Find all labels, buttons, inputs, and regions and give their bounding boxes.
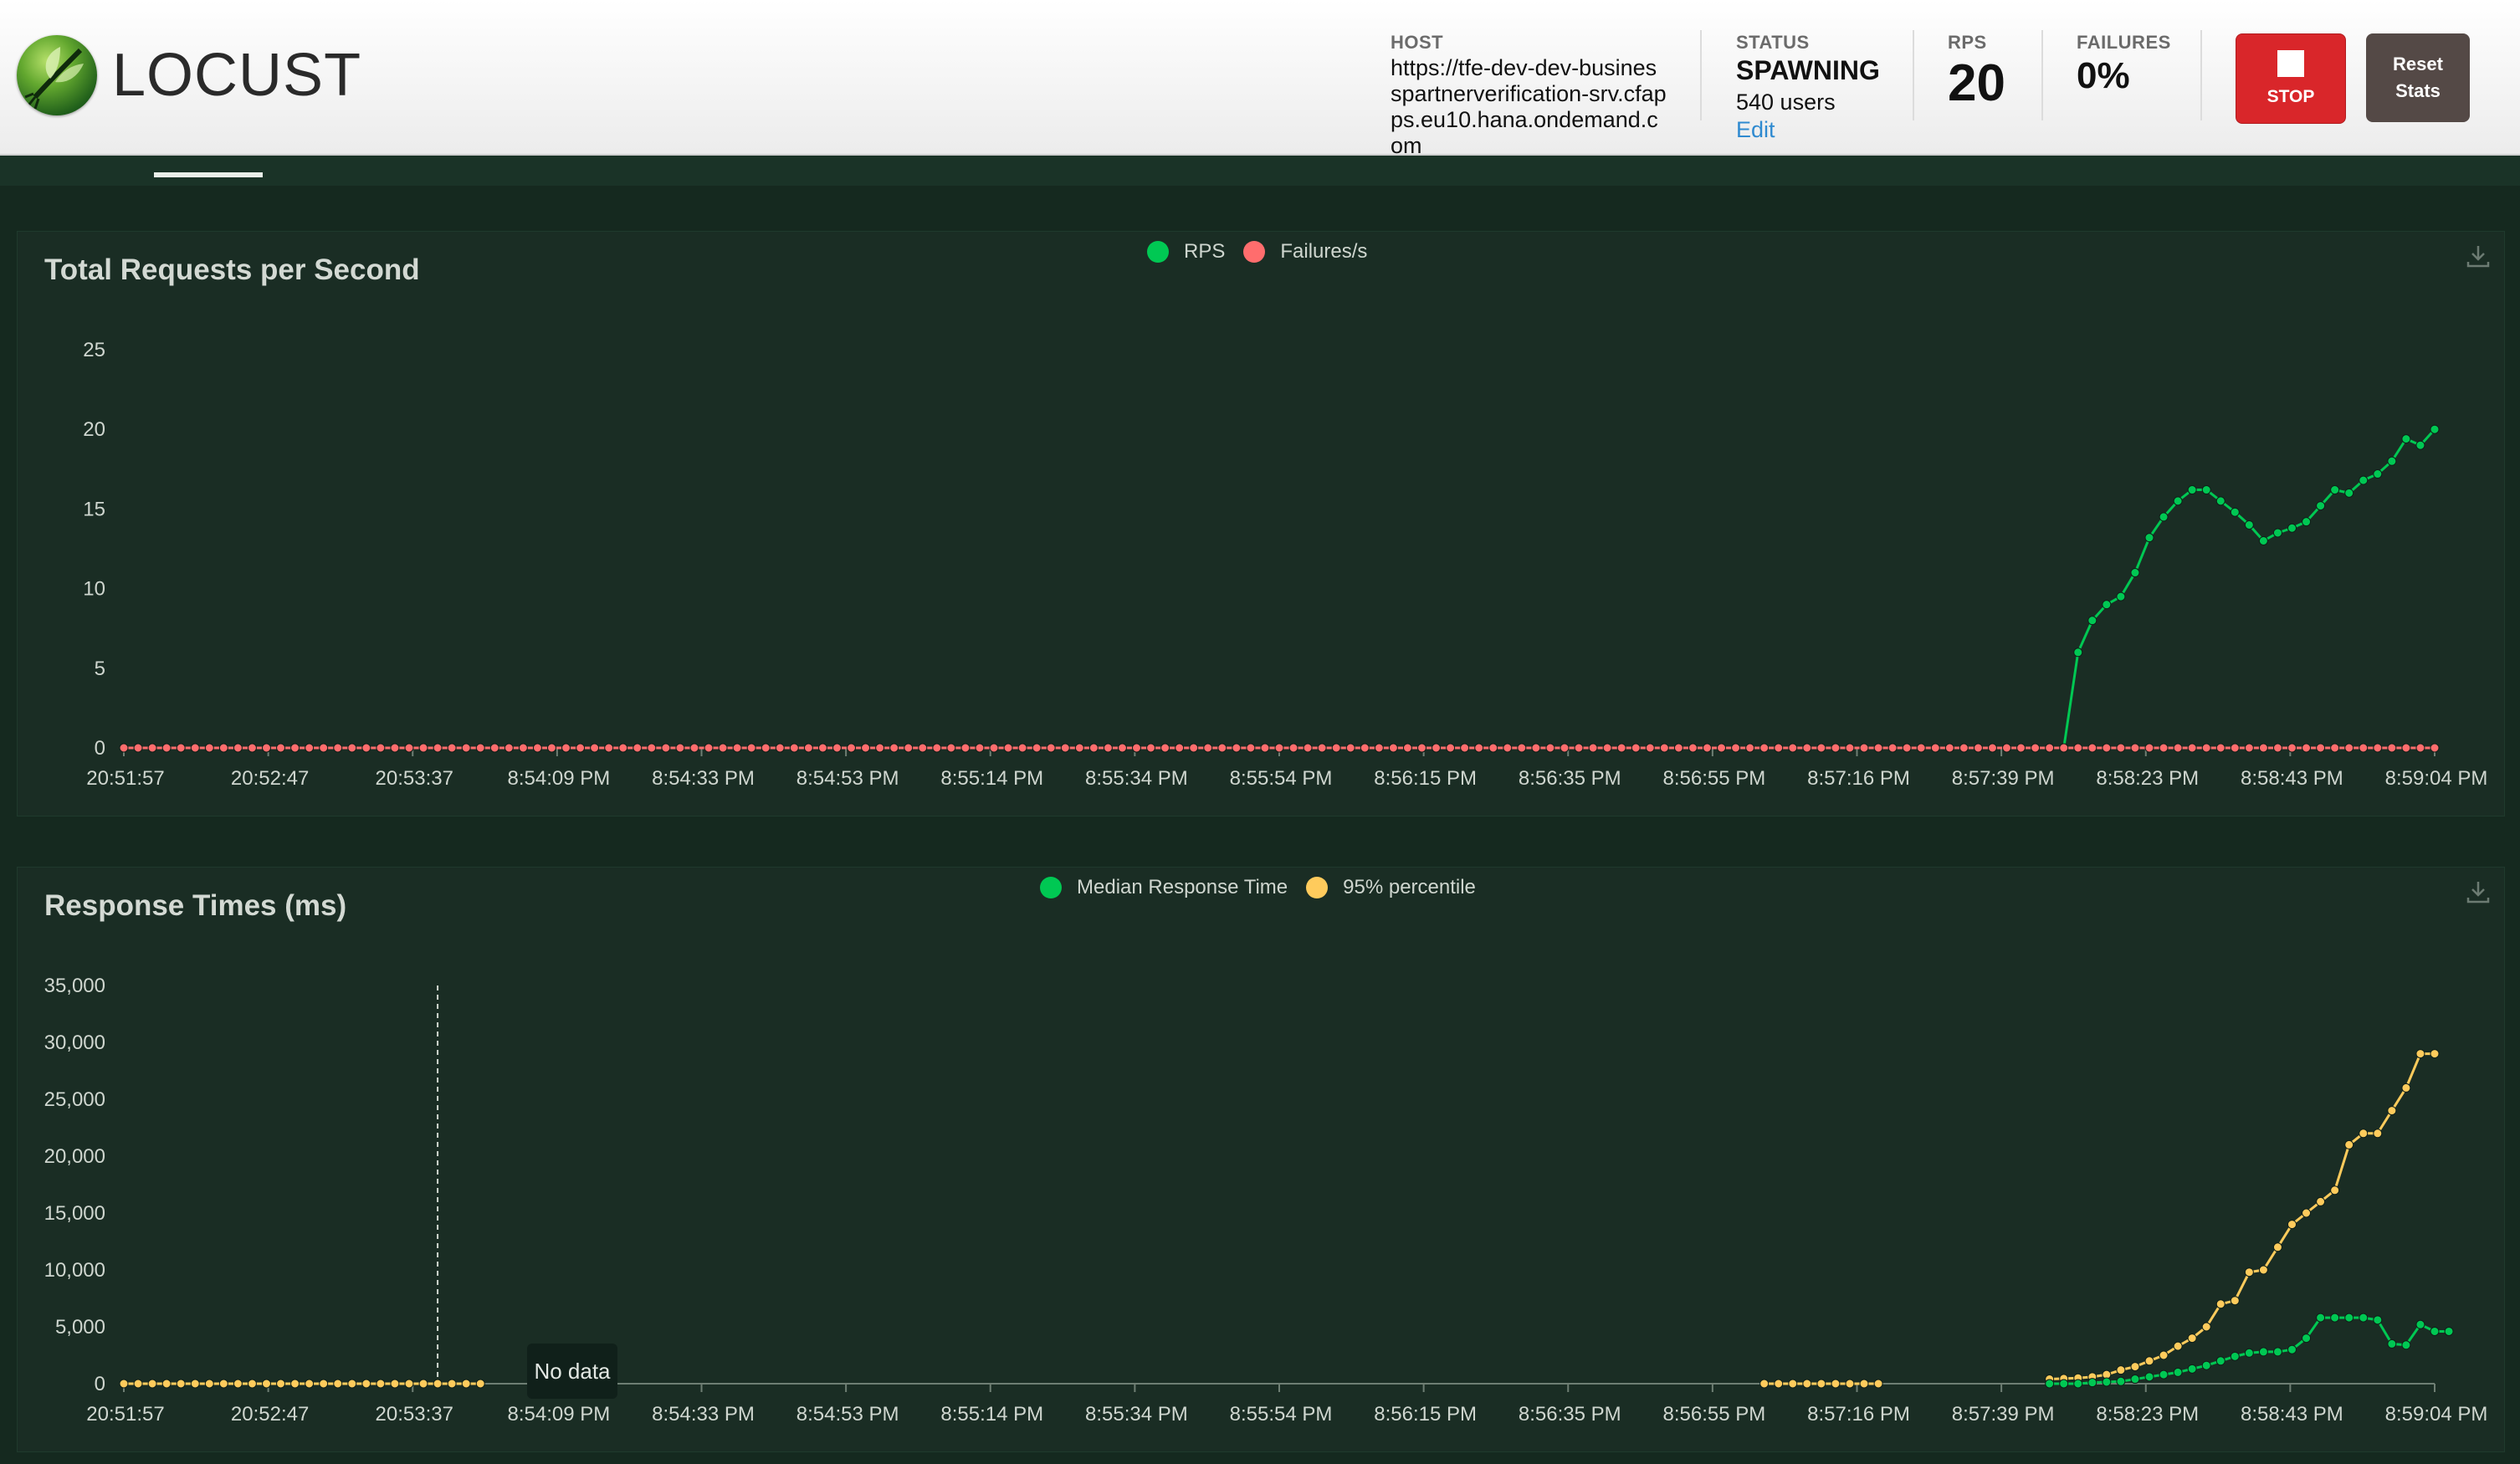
locust-logo: LOCUST xyxy=(17,35,361,115)
status-label: STATUS xyxy=(1736,32,1810,53)
legend-dot xyxy=(1243,241,1266,263)
divider xyxy=(2200,30,2202,120)
legend-item-rps[interactable]: RPS xyxy=(1147,240,1225,264)
download-icon[interactable] xyxy=(2466,243,2491,269)
failures-label: FAILURES xyxy=(2077,32,2171,53)
legend-item-median[interactable]: Median Response Time xyxy=(1040,876,1288,899)
failures-stat: FAILURES 0% xyxy=(2077,32,2171,97)
user-count: 540 users xyxy=(1736,90,1836,115)
divider xyxy=(1700,30,1702,120)
rps-chart-legend: RPS Failures/s xyxy=(1147,240,1385,264)
legend-label: Failures/s xyxy=(1280,240,1368,263)
stop-icon xyxy=(2277,50,2304,77)
reset-stats-button[interactable]: Reset Stats xyxy=(2366,33,2470,122)
status-stat: STATUS SPAWNING 540 users Edit xyxy=(1736,32,1880,143)
host-label: HOST xyxy=(1391,32,1444,53)
rps-chart-panel: Total Requests per Second RPS Failures/s xyxy=(17,231,2505,816)
divider xyxy=(1913,30,1914,120)
stop-button[interactable]: STOP xyxy=(2236,33,2346,124)
tab-bar xyxy=(0,156,2520,186)
rps-label: RPS xyxy=(1948,32,1987,53)
legend-label: RPS xyxy=(1184,240,1226,263)
top-navbar: LOCUST HOST https://tfe-dev-dev-business… xyxy=(0,0,2520,159)
locust-logo-icon xyxy=(17,35,97,115)
chart-tooltip: No data xyxy=(527,1344,617,1399)
legend-dot xyxy=(1040,877,1062,898)
legend-item-95[interactable]: 95% percentile xyxy=(1306,876,1476,899)
reset-stats-label: Reset Stats xyxy=(2393,54,2443,101)
host-stat: HOST https://tfe-dev-dev-businesspartner… xyxy=(1391,32,1667,159)
legend-label: Median Response Time xyxy=(1077,876,1288,898)
rps-chart-title: Total Requests per Second xyxy=(44,253,420,286)
legend-label: 95% percentile xyxy=(1343,876,1476,898)
active-tab-indicator[interactable] xyxy=(154,172,263,177)
status-value: SPAWNING xyxy=(1736,55,1880,85)
stop-label: STOP xyxy=(2266,87,2315,106)
legend-dot xyxy=(1147,241,1169,263)
response-time-chart-legend: Median Response Time 95% percentile xyxy=(1040,876,1494,899)
download-icon[interactable] xyxy=(2466,879,2491,904)
divider xyxy=(2041,30,2043,120)
host-value: https://tfe-dev-dev-businesspartnerverif… xyxy=(1391,55,1667,158)
rps-value: 20 xyxy=(1948,54,2005,112)
response-time-chart-title: Response Times (ms) xyxy=(44,889,347,922)
legend-item-failures[interactable]: Failures/s xyxy=(1243,240,1367,264)
edit-link[interactable]: Edit xyxy=(1736,117,1880,143)
legend-dot xyxy=(1306,877,1329,898)
app-name: LOCUST xyxy=(112,42,362,109)
response-time-chart-panel: Response Times (ms) Median Response Time… xyxy=(17,867,2505,1452)
failures-value: 0% xyxy=(2077,55,2130,96)
rps-stat: RPS 20 xyxy=(1948,32,2005,110)
